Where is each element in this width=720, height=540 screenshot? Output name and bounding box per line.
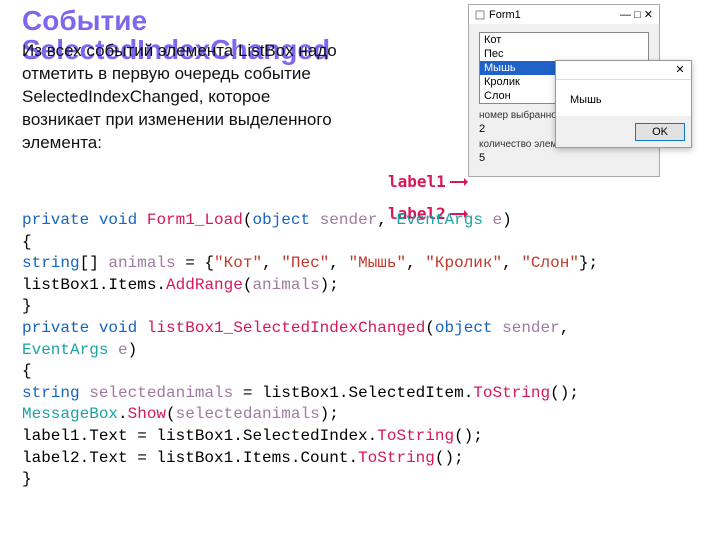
list-item[interactable]: Кот bbox=[480, 33, 648, 47]
list-item[interactable]: Пес bbox=[480, 47, 648, 61]
window-controls: — □ ✕ bbox=[620, 8, 653, 21]
arrow-icon bbox=[450, 176, 468, 188]
arrow-label1-text: label1 bbox=[388, 172, 446, 191]
messagebox-titlebar: ✕ bbox=[556, 61, 691, 80]
intro-text: Из всех событий элемента ListBox надо от… bbox=[22, 40, 352, 155]
arrow-label1: label1 bbox=[388, 172, 468, 191]
code-block: private void Form1_Load(object sender, E… bbox=[22, 210, 598, 491]
form-icon: Form1 bbox=[475, 9, 521, 21]
label-count-value: 5 bbox=[479, 152, 649, 172]
form-titlebar: Form1 — □ ✕ bbox=[469, 5, 659, 24]
close-icon[interactable]: ✕ bbox=[673, 63, 687, 77]
messagebox-text: Мышь bbox=[556, 80, 691, 116]
ok-button[interactable]: OK bbox=[635, 123, 685, 141]
form-title-text: Form1 bbox=[489, 9, 521, 21]
messagebox: ✕ Мышь OK bbox=[555, 60, 692, 148]
title-line1: Событие bbox=[22, 6, 330, 35]
